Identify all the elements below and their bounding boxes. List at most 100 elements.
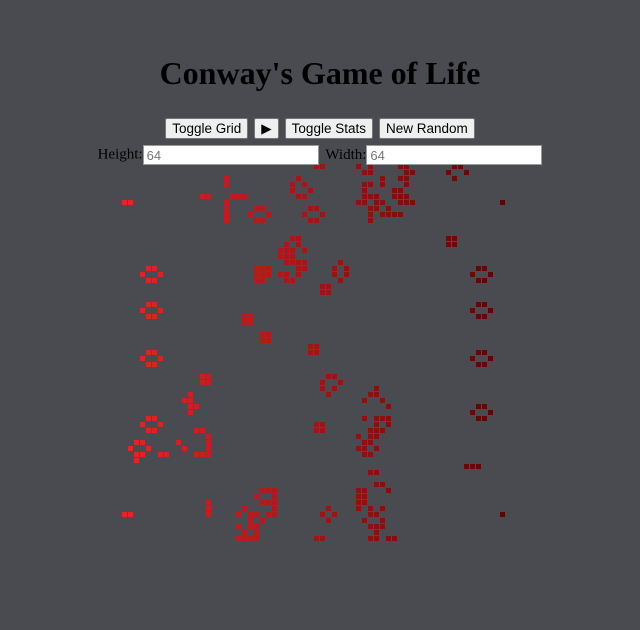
live-cell[interactable]	[374, 422, 379, 427]
live-cell[interactable]	[368, 434, 373, 439]
live-cell[interactable]	[260, 272, 265, 277]
live-cell[interactable]	[134, 458, 139, 463]
live-cell[interactable]	[392, 212, 397, 217]
live-cell[interactable]	[140, 422, 145, 427]
live-cell[interactable]	[314, 428, 319, 433]
live-cell[interactable]	[326, 518, 331, 523]
live-cell[interactable]	[386, 422, 391, 427]
live-cell[interactable]	[488, 410, 493, 415]
live-cell[interactable]	[146, 428, 151, 433]
live-cell[interactable]	[314, 422, 319, 427]
live-cell[interactable]	[194, 452, 199, 457]
live-cell[interactable]	[302, 182, 307, 187]
live-cell[interactable]	[254, 524, 259, 529]
live-cell[interactable]	[482, 266, 487, 271]
live-cell[interactable]	[380, 200, 385, 205]
live-cell[interactable]	[482, 314, 487, 319]
life-board[interactable]	[0, 0, 640, 630]
live-cell[interactable]	[482, 416, 487, 421]
live-cell[interactable]	[188, 410, 193, 415]
live-cell[interactable]	[362, 170, 367, 175]
live-cell[interactable]	[302, 248, 307, 253]
toggle-stats-button[interactable]: Toggle Stats	[284, 118, 373, 139]
live-cell[interactable]	[128, 512, 133, 517]
live-cell[interactable]	[134, 440, 139, 445]
live-cell[interactable]	[254, 536, 259, 541]
live-cell[interactable]	[344, 266, 349, 271]
live-cell[interactable]	[476, 266, 481, 271]
live-cell[interactable]	[398, 212, 403, 217]
live-cell[interactable]	[182, 446, 187, 451]
live-cell[interactable]	[290, 188, 295, 193]
live-cell[interactable]	[314, 218, 319, 223]
live-cell[interactable]	[320, 380, 325, 385]
live-cell[interactable]	[248, 518, 253, 523]
live-cell[interactable]	[326, 284, 331, 289]
live-cell[interactable]	[194, 428, 199, 433]
live-cell[interactable]	[236, 512, 241, 517]
live-cell[interactable]	[260, 206, 265, 211]
live-cell[interactable]	[254, 512, 259, 517]
live-cell[interactable]	[188, 392, 193, 397]
live-cell[interactable]	[386, 206, 391, 211]
live-cell[interactable]	[254, 278, 259, 283]
live-cell[interactable]	[320, 212, 325, 217]
live-cell[interactable]	[146, 446, 151, 451]
live-cell[interactable]	[260, 500, 265, 505]
live-cell[interactable]	[146, 314, 151, 319]
live-cell[interactable]	[188, 398, 193, 403]
live-cell[interactable]	[296, 176, 301, 181]
live-cell[interactable]	[224, 182, 229, 187]
live-cell[interactable]	[206, 434, 211, 439]
live-cell[interactable]	[362, 188, 367, 193]
live-cell[interactable]	[374, 470, 379, 475]
width-input[interactable]	[366, 145, 543, 165]
live-cell[interactable]	[332, 512, 337, 517]
live-cell[interactable]	[260, 266, 265, 271]
live-cell[interactable]	[386, 488, 391, 493]
live-cell[interactable]	[314, 344, 319, 349]
live-cell[interactable]	[380, 416, 385, 421]
live-cell[interactable]	[248, 512, 253, 517]
live-cell[interactable]	[380, 176, 385, 181]
live-cell[interactable]	[476, 362, 481, 367]
live-cell[interactable]	[302, 260, 307, 265]
live-cell[interactable]	[374, 200, 379, 205]
live-cell[interactable]	[152, 362, 157, 367]
live-cell[interactable]	[254, 206, 259, 211]
live-cell[interactable]	[332, 266, 337, 271]
live-cell[interactable]	[224, 218, 229, 223]
live-cell[interactable]	[272, 506, 277, 511]
live-cell[interactable]	[404, 170, 409, 175]
live-cell[interactable]	[488, 308, 493, 313]
live-cell[interactable]	[272, 512, 277, 517]
live-cell[interactable]	[308, 188, 313, 193]
live-cell[interactable]	[368, 212, 373, 217]
live-cell[interactable]	[260, 278, 265, 283]
live-cell[interactable]	[290, 260, 295, 265]
live-cell[interactable]	[398, 194, 403, 199]
live-cell[interactable]	[254, 266, 259, 271]
live-cell[interactable]	[260, 218, 265, 223]
live-cell[interactable]	[398, 200, 403, 205]
live-cell[interactable]	[488, 356, 493, 361]
live-cell[interactable]	[194, 404, 199, 409]
live-cell[interactable]	[242, 194, 247, 199]
live-cell[interactable]	[290, 278, 295, 283]
live-cell[interactable]	[254, 218, 259, 223]
live-cell[interactable]	[146, 266, 151, 271]
live-cell[interactable]	[224, 212, 229, 217]
live-cell[interactable]	[374, 194, 379, 199]
live-cell[interactable]	[374, 530, 379, 535]
live-cell[interactable]	[392, 536, 397, 541]
live-cell[interactable]	[356, 506, 361, 511]
live-cell[interactable]	[206, 374, 211, 379]
live-cell[interactable]	[368, 470, 373, 475]
live-cell[interactable]	[254, 272, 259, 277]
live-cell[interactable]	[272, 500, 277, 505]
live-cell[interactable]	[320, 284, 325, 289]
live-cell[interactable]	[482, 350, 487, 355]
live-cell[interactable]	[404, 194, 409, 199]
live-cell[interactable]	[266, 212, 271, 217]
live-cell[interactable]	[362, 488, 367, 493]
